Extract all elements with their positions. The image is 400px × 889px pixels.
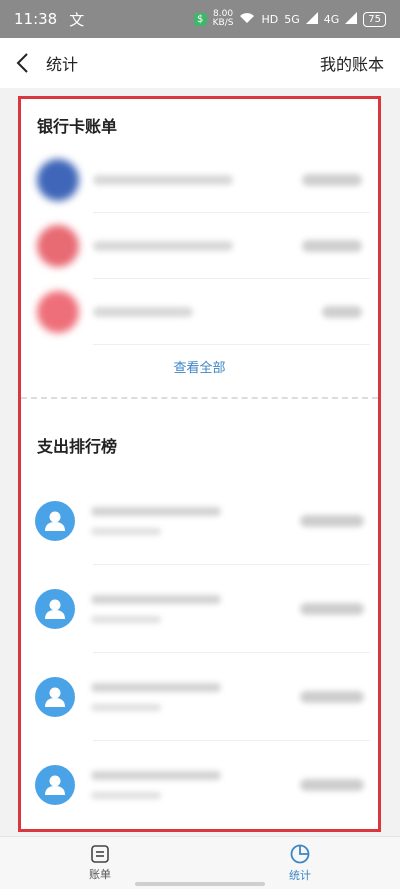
hd-label: HD — [261, 12, 279, 26]
ranking-row[interactable] — [21, 565, 378, 653]
shield-icon: $ — [193, 12, 207, 26]
bank-name-blurred — [93, 175, 233, 185]
bank-card-list — [21, 147, 378, 345]
chevron-left-icon — [16, 53, 28, 73]
ranking-date-blurred — [91, 704, 161, 711]
bank-card-row[interactable] — [21, 213, 378, 279]
tab-statistics-label: 统计 — [289, 869, 311, 882]
person-icon — [35, 501, 75, 541]
ranking-row[interactable] — [21, 477, 378, 565]
view-all-link[interactable]: 查看全部 — [21, 349, 378, 389]
ranking-row[interactable] — [21, 653, 378, 741]
ranking-name-blurred — [91, 507, 221, 516]
ranking-amount-blurred — [300, 603, 364, 615]
page-title: 统计 — [46, 55, 79, 74]
wifi-icon — [239, 12, 255, 27]
bank-name-blurred — [93, 241, 233, 251]
bank-logo — [37, 159, 79, 201]
back-button[interactable] — [0, 38, 44, 88]
signal-4g-label: 4G — [323, 12, 340, 26]
status-time: 11:38 — [14, 10, 58, 28]
statistics-content: 银行卡账单 查看全部 支出排行榜 — [18, 96, 381, 832]
ranking-date-blurred — [91, 528, 161, 535]
network-speed: 8.00 KB/S — [212, 9, 234, 28]
ranking-name-blurred — [91, 771, 221, 780]
ranking-name-blurred — [91, 595, 221, 604]
top-nav-bar: 统计 我的账本 — [0, 38, 400, 88]
rank-section-title: 支出排行榜 — [37, 437, 118, 456]
signal-icon — [305, 11, 318, 27]
signal-5g-label: 5G — [284, 12, 300, 26]
pie-chart-icon — [290, 844, 310, 864]
bank-section-title: 银行卡账单 — [37, 117, 118, 136]
bottom-tab-bar: 账单 统计 — [0, 836, 400, 889]
bank-amount-blurred — [302, 240, 362, 252]
my-ledger-link[interactable]: 我的账本 — [320, 51, 384, 75]
row-divider — [93, 344, 370, 345]
signal-icon-2 — [345, 11, 358, 27]
home-indicator — [135, 882, 265, 886]
bank-amount-blurred — [302, 174, 362, 186]
bank-name-blurred — [93, 307, 193, 317]
ranking-row[interactable] — [21, 741, 378, 829]
bank-logo — [37, 291, 79, 333]
bill-icon — [91, 845, 109, 863]
ranking-amount-blurred — [300, 779, 364, 791]
ranking-amount-blurred — [300, 691, 364, 703]
ranking-date-blurred — [91, 616, 161, 623]
notification-icon: 文 — [69, 10, 85, 29]
person-icon — [35, 765, 75, 805]
battery-indicator: 75 — [363, 11, 386, 27]
bank-card-row[interactable] — [21, 279, 378, 345]
bank-amount-blurred — [322, 306, 362, 318]
expense-ranking-list — [21, 477, 378, 829]
person-icon — [35, 589, 75, 629]
ranking-amount-blurred — [300, 515, 364, 527]
bank-logo — [37, 225, 79, 267]
ranking-date-blurred — [91, 792, 161, 799]
bank-card-row[interactable] — [21, 147, 378, 213]
tab-bills-label: 账单 — [89, 868, 111, 881]
status-bar: 11:38 文 $ 8.00 KB/S HD 5G 4G 75 — [0, 0, 400, 38]
ranking-name-blurred — [91, 683, 221, 692]
person-icon — [35, 677, 75, 717]
